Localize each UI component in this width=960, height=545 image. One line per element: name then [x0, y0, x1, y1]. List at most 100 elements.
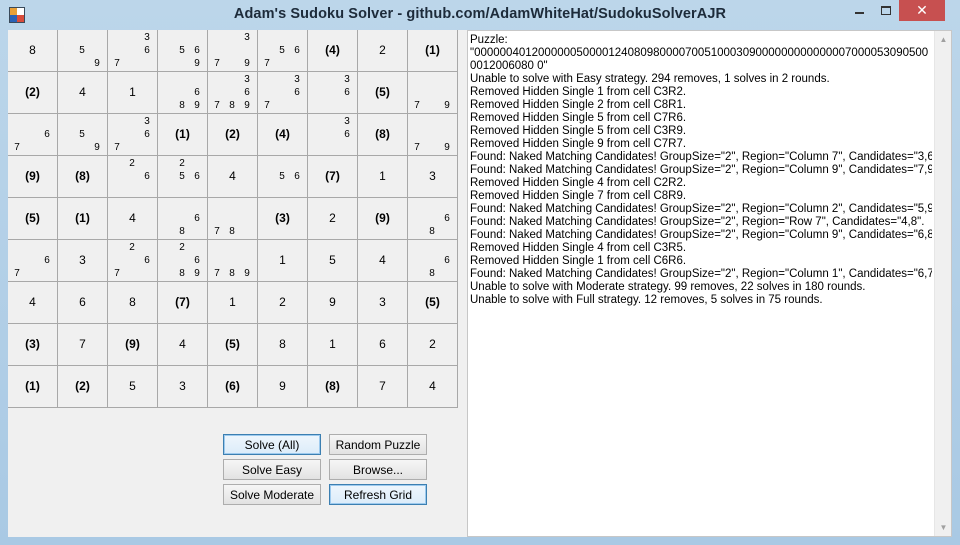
sudoku-cell[interactable]: 8 [8, 30, 58, 72]
sudoku-cell[interactable]: 56 9 [158, 30, 208, 72]
sudoku-cell[interactable]: 56 7 [258, 30, 308, 72]
sudoku-cell[interactable]: (1) [158, 114, 208, 156]
sudoku-cell[interactable]: (7) [308, 156, 358, 198]
sudoku-cell[interactable]: 67 [8, 114, 58, 156]
sudoku-cell[interactable]: 3 6 7 [108, 30, 158, 72]
sudoku-cell[interactable]: 2 [358, 30, 408, 72]
sudoku-cell[interactable]: (4) [258, 114, 308, 156]
sudoku-cell[interactable]: 59 [58, 114, 108, 156]
sudoku-cell[interactable]: 8 [258, 324, 308, 366]
sudoku-cell[interactable]: (1) [8, 366, 58, 408]
sudoku-cell[interactable]: 6 [358, 324, 408, 366]
sudoku-cell[interactable]: 9 [308, 282, 358, 324]
cell-candidate: 7 [114, 268, 120, 279]
sudoku-cell[interactable]: (2) [208, 114, 258, 156]
sudoku-cell[interactable]: 68 [408, 240, 458, 282]
sudoku-cell[interactable]: 3 6 789 [208, 72, 258, 114]
sudoku-cell[interactable]: (3) [258, 198, 308, 240]
sudoku-cell[interactable]: 78 [208, 198, 258, 240]
sudoku-cell[interactable]: (9) [108, 324, 158, 366]
random-puzzle-button[interactable]: Random Puzzle [329, 434, 427, 455]
sudoku-cell[interactable]: 5 [308, 240, 358, 282]
sudoku-cell[interactable]: 789 [208, 240, 258, 282]
sudoku-cell[interactable]: (4) [308, 30, 358, 72]
browse-button[interactable]: Browse... [329, 459, 427, 480]
sudoku-cell[interactable]: 4 [208, 156, 258, 198]
sudoku-cell[interactable]: 67 [8, 240, 58, 282]
sudoku-cell[interactable]: 59 [58, 30, 108, 72]
sudoku-cell[interactable]: 3 7 9 [208, 30, 258, 72]
sudoku-cell[interactable]: (8) [308, 366, 358, 408]
refresh-grid-button[interactable]: Refresh Grid [329, 484, 427, 505]
sudoku-cell[interactable]: 4 [8, 282, 58, 324]
sudoku-cell[interactable]: 1 [358, 156, 408, 198]
sudoku-cell[interactable]: 3 [158, 366, 208, 408]
sudoku-cell[interactable]: (9) [358, 198, 408, 240]
sudoku-cell[interactable]: (8) [58, 156, 108, 198]
sudoku-cell[interactable]: 689 [158, 72, 208, 114]
scroll-up-arrow-icon[interactable]: ▲ [935, 31, 952, 48]
sudoku-cell[interactable]: 4 [58, 72, 108, 114]
cell-value: (4) [325, 43, 340, 57]
close-button[interactable]: ✕ [899, 0, 945, 21]
sudoku-cell[interactable]: 9 [258, 366, 308, 408]
sudoku-cell[interactable]: 36 [308, 72, 358, 114]
sudoku-cell[interactable]: 4 [158, 324, 208, 366]
sudoku-cell[interactable]: 2689 [158, 240, 208, 282]
sudoku-cell[interactable]: (8) [358, 114, 408, 156]
sudoku-cell[interactable]: 68 [408, 198, 458, 240]
sudoku-cell[interactable]: (9) [8, 156, 58, 198]
output-log-textbox[interactable]: Puzzle: "00000040120000005000012408098000… [467, 30, 952, 537]
sudoku-cell[interactable]: (5) [8, 198, 58, 240]
sudoku-cell[interactable]: 2 [408, 324, 458, 366]
sudoku-cell[interactable]: 56 [258, 156, 308, 198]
sudoku-cell[interactable]: 1 [308, 324, 358, 366]
sudoku-cell[interactable]: (5) [358, 72, 408, 114]
sudoku-cell[interactable]: 1 [108, 72, 158, 114]
sudoku-cell[interactable]: 79 [408, 114, 458, 156]
sudoku-cell[interactable]: 7 [58, 324, 108, 366]
sudoku-cell[interactable]: (5) [408, 282, 458, 324]
minimize-button[interactable] [846, 0, 873, 21]
sudoku-cell[interactable]: (2) [8, 72, 58, 114]
sudoku-cell[interactable]: 4 [358, 240, 408, 282]
log-line: Found: Naked Matching Candidates! GroupS… [470, 268, 932, 280]
sudoku-cell[interactable]: 3 [58, 240, 108, 282]
sudoku-cell[interactable]: (7) [158, 282, 208, 324]
sudoku-cell[interactable]: 3 6 7 [258, 72, 308, 114]
solve-moderate-button[interactable]: Solve Moderate [223, 484, 321, 505]
sudoku-cell[interactable]: (1) [408, 30, 458, 72]
sudoku-cell[interactable]: 1 [208, 282, 258, 324]
cell-candidate: 8 [429, 268, 435, 279]
solve-all-button[interactable]: Solve (All) [223, 434, 321, 455]
sudoku-cell[interactable]: 36 [308, 114, 358, 156]
sudoku-cell[interactable]: 1 [258, 240, 308, 282]
sudoku-cell[interactable]: 68 [158, 198, 208, 240]
sudoku-cell[interactable]: 2 [308, 198, 358, 240]
sudoku-cell[interactable]: 4 [408, 366, 458, 408]
sudoku-cell[interactable]: (3) [8, 324, 58, 366]
cell-value: (3) [25, 337, 40, 351]
sudoku-cell[interactable]: (2) [58, 366, 108, 408]
sudoku-cell[interactable]: 3 6 7 [108, 114, 158, 156]
log-line: Found: Naked Matching Candidates! GroupS… [470, 151, 932, 163]
sudoku-cell[interactable]: (1) [58, 198, 108, 240]
vertical-scrollbar[interactable]: ▲ ▼ [934, 31, 951, 536]
sudoku-cell[interactable]: 2 [258, 282, 308, 324]
sudoku-cell[interactable]: 8 [108, 282, 158, 324]
sudoku-cell[interactable]: 3 [358, 282, 408, 324]
sudoku-cell[interactable]: 3 [408, 156, 458, 198]
scroll-down-arrow-icon[interactable]: ▼ [935, 519, 952, 536]
sudoku-cell[interactable]: (6) [208, 366, 258, 408]
sudoku-cell[interactable]: 26 7 [108, 240, 158, 282]
maximize-button[interactable] [873, 0, 899, 21]
sudoku-cell[interactable]: 5 [108, 366, 158, 408]
sudoku-cell[interactable]: 79 [408, 72, 458, 114]
sudoku-cell[interactable]: (5) [208, 324, 258, 366]
sudoku-cell[interactable]: 4 [108, 198, 158, 240]
sudoku-cell[interactable]: 26 [108, 156, 158, 198]
sudoku-cell[interactable]: 2 56 [158, 156, 208, 198]
sudoku-cell[interactable]: 6 [58, 282, 108, 324]
sudoku-cell[interactable]: 7 [358, 366, 408, 408]
solve-easy-button[interactable]: Solve Easy [223, 459, 321, 480]
